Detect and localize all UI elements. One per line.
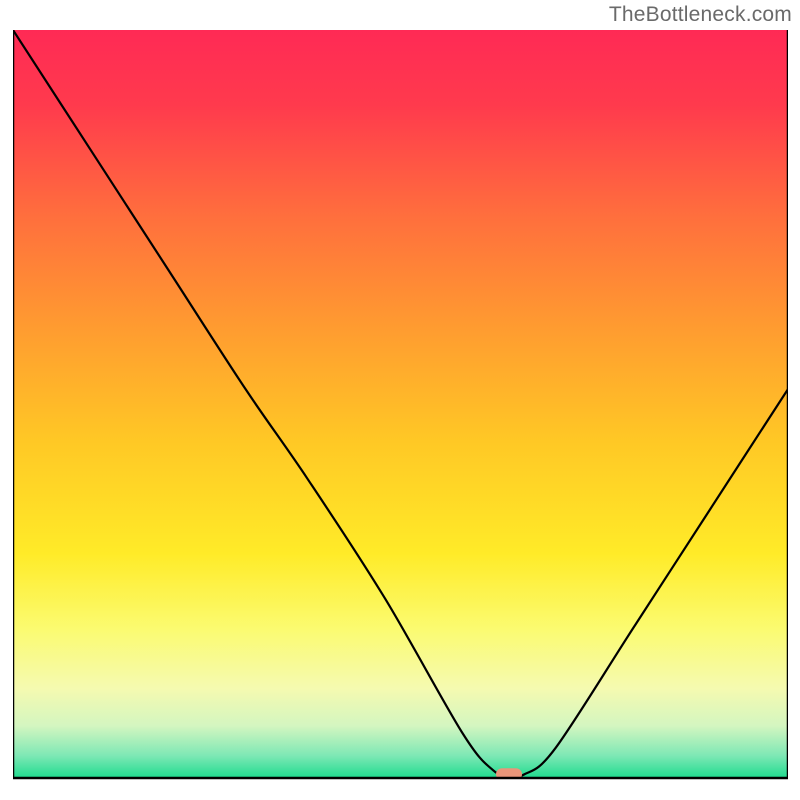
chart-svg (13, 30, 788, 790)
bottom-mask (13, 778, 788, 790)
watermark-text: TheBottleneck.com (609, 3, 792, 27)
gradient-background (13, 30, 788, 778)
chart-area (13, 30, 788, 790)
